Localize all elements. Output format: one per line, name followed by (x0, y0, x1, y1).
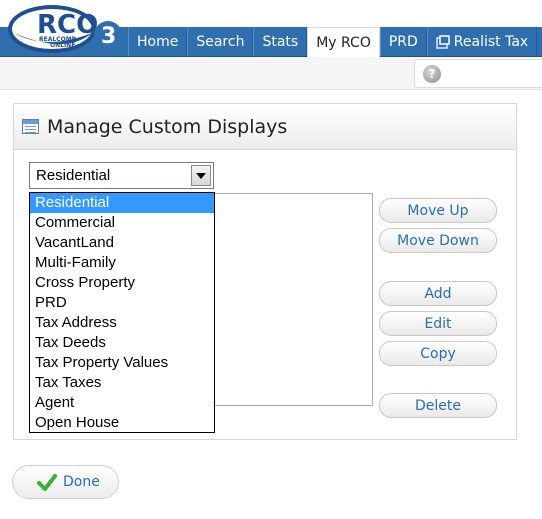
tab-my-rco[interactable]: My RCO (307, 27, 380, 57)
realcomp-logo[interactable]: RCO REALCOMP ONLINE 3 (6, 3, 124, 55)
tab-search[interactable]: Search (187, 27, 254, 56)
dropdown-option[interactable]: VacantLand (30, 233, 214, 253)
dropdown-option[interactable]: Residential (30, 193, 214, 213)
logo-sub2: ONLINE (50, 42, 75, 49)
add-button[interactable]: Add (379, 281, 497, 306)
tab-label: Search (196, 33, 245, 50)
dropdown-option[interactable]: Open House (30, 413, 214, 433)
edit-button[interactable]: Edit (379, 311, 497, 336)
table-icon (22, 119, 39, 134)
dropdown-option[interactable]: Tax Taxes (30, 373, 214, 393)
logo-number: 3 (101, 24, 116, 49)
tab-label: Stats (262, 33, 299, 50)
done-button[interactable]: Done (12, 465, 119, 499)
copy-button[interactable]: Copy (379, 341, 497, 366)
sub-toolbar: ? (0, 57, 542, 90)
header: RCO REALCOMP ONLINE 3 Home Search Stats … (0, 0, 542, 57)
tab-stats[interactable]: Stats (253, 27, 308, 56)
delete-button[interactable]: Delete (379, 393, 497, 418)
dropdown-option[interactable]: Tax Property Values (30, 353, 214, 373)
dropdown-option[interactable]: PRD (30, 293, 214, 313)
panel-title: Manage Custom Displays (47, 116, 288, 138)
tab-home[interactable]: Home (128, 27, 188, 56)
tab-prd[interactable]: PRD (379, 27, 427, 56)
help-icon[interactable]: ? (423, 65, 441, 83)
move-down-button[interactable]: Move Down (379, 228, 497, 253)
dropdown-option[interactable]: Multi-Family (30, 253, 214, 273)
tab-label: My RCO (316, 34, 371, 51)
dropdown-option[interactable]: Cross Property (30, 273, 214, 293)
move-up-button[interactable]: Move Up (379, 198, 497, 223)
tab-label: Realist Tax (453, 33, 529, 50)
dropdown-option[interactable]: Tax Deeds (30, 333, 214, 353)
dropdown-option[interactable]: Agent (30, 393, 214, 413)
chevron-down-icon[interactable] (191, 165, 211, 186)
panel-header: Manage Custom Displays (14, 104, 516, 150)
tab-label: Home (137, 33, 179, 50)
external-window-icon (436, 34, 450, 49)
dropdown-option[interactable]: Tax Address (30, 313, 214, 333)
tab-realist-tax[interactable]: Realist Tax (426, 27, 538, 56)
done-label: Done (63, 474, 100, 490)
help-container: ? (414, 59, 542, 88)
display-type-dropdown: Residential Commercial VacantLand Multi-… (29, 192, 215, 433)
checkmark-icon (37, 474, 57, 491)
tab-label: PRD (388, 33, 418, 50)
display-type-select[interactable]: Residential (29, 162, 214, 189)
select-value: Residential (36, 167, 111, 184)
main-tabs: Home Search Stats My RCO PRD Realist Tax (128, 27, 538, 57)
dropdown-option[interactable]: Commercial (30, 213, 214, 233)
